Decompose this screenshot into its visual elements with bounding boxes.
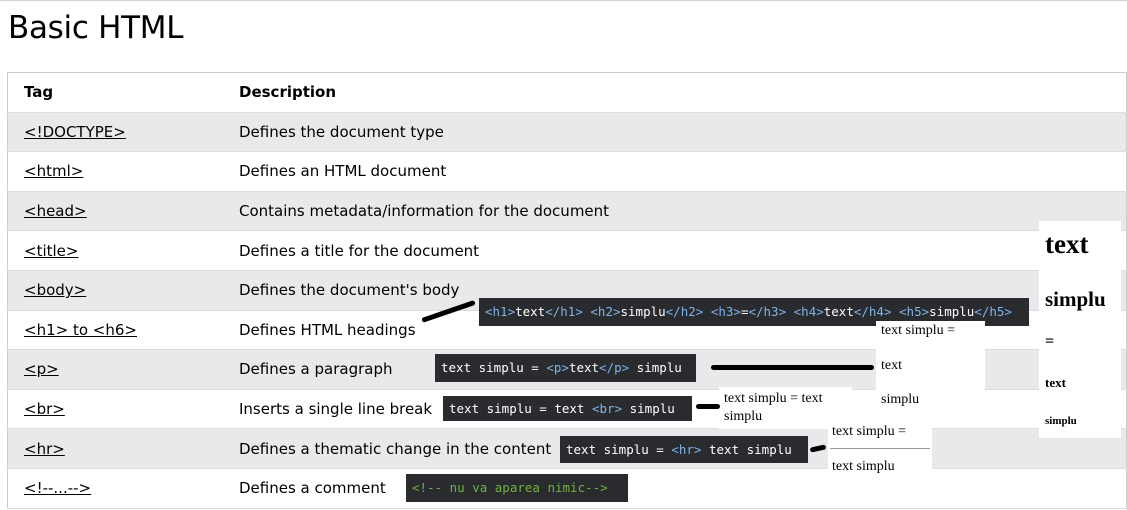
- tag-link[interactable]: <html>: [8, 152, 224, 192]
- tag-description: Contains metadata/information for the do…: [239, 202, 610, 221]
- heading-2-output: simplu: [1045, 287, 1106, 311]
- table-row: <!DOCTYPE> Defines the document type: [7, 112, 1127, 152]
- heading-3-output: =: [1045, 333, 1055, 350]
- tag-link[interactable]: <!DOCTYPE>: [8, 112, 224, 152]
- paragraph-code-snippet: text simplu = <p>text</p> simplu: [435, 354, 696, 382]
- horizontal-rule-line: [830, 448, 930, 449]
- horizontal-rule-output-line: text simplu =: [832, 424, 907, 439]
- tag-link[interactable]: <h1> to <h6>: [8, 310, 224, 350]
- tag-link[interactable]: <!--...-->: [8, 468, 224, 508]
- tag-link[interactable]: <body>: [8, 270, 224, 310]
- paragraph-output-line: text simplu =: [881, 323, 956, 338]
- tag-link[interactable]: <hr>: [8, 429, 224, 469]
- table-row: <head> Contains metadata/information for…: [7, 191, 1127, 231]
- line-break-output-line: text simplu = text: [724, 391, 823, 406]
- tag-description: Defines a comment: [239, 479, 386, 498]
- horizontal-rule-code-snippet: text simplu = <hr> text simplu: [560, 436, 808, 463]
- tag-description: Defines an HTML document: [239, 162, 447, 181]
- heading-4-output: text: [1045, 375, 1066, 390]
- column-header-description: Description: [239, 83, 337, 102]
- paragraph-rendered-output: text simplu = text simplu: [876, 321, 985, 417]
- table-row: <html> Defines an HTML document: [7, 152, 1127, 192]
- tag-description: Defines a title for the document: [239, 241, 480, 260]
- tag-description: Defines the document type: [239, 122, 444, 141]
- table-header-row: Tag Description: [7, 73, 1127, 113]
- comment-code-snippet: <!-- nu va aparea nimic-->: [406, 474, 628, 502]
- table-row: <title> Defines a title for the document: [7, 231, 1127, 271]
- heading-1-output: text: [1045, 229, 1089, 259]
- horizontal-rule-output-line: text simplu: [832, 459, 895, 474]
- headings-rendered-output: text simplu = text simplu: [1039, 221, 1121, 438]
- tag-link[interactable]: <head>: [8, 191, 224, 231]
- line-break-output-line: simplu: [724, 409, 763, 424]
- column-header-tag: Tag: [24, 83, 54, 102]
- paragraph-output-line: text: [881, 358, 902, 373]
- tag-link[interactable]: <p>: [8, 350, 224, 390]
- tag-link[interactable]: <br>: [8, 389, 224, 429]
- paragraph-output-line: simplu: [881, 392, 920, 407]
- top-divider: [0, 0, 1127, 1]
- tag-link[interactable]: <title>: [8, 231, 224, 271]
- connector-stroke: [711, 365, 874, 370]
- page-title: Basic HTML: [8, 10, 184, 46]
- connector-stroke: [696, 404, 720, 409]
- heading-5-output: simplu: [1045, 415, 1077, 427]
- line-break-code-snippet: text simplu = text <br> simplu: [443, 396, 692, 421]
- horizontal-rule-rendered-output: text simplu = text simplu: [828, 420, 932, 480]
